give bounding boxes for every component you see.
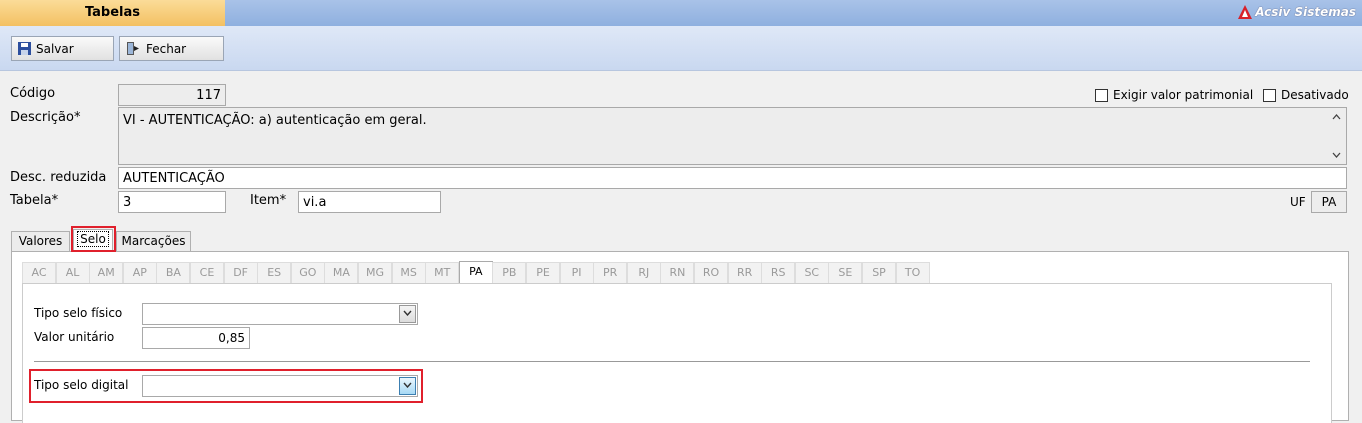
chevron-down-icon [403,310,412,316]
valor-unitario-label: Valor unitário [34,330,115,344]
brand: Acsiv Sistemas [1238,5,1356,19]
uf-tab-am[interactable]: AM [89,262,124,283]
uf-tab-df[interactable]: DF [223,262,258,283]
descricao-label: Descrição* [10,110,81,125]
checkbox-box[interactable] [1263,88,1276,102]
desc-reduzida-label: Desc. reduzida [10,170,107,185]
close-button[interactable]: Fechar [119,36,224,61]
uf-tab-ac[interactable]: AC [22,262,56,283]
desativado-checkbox[interactable]: Desativado [1263,88,1349,102]
codigo-field[interactable]: 117 [118,84,226,106]
uf-tab-rj[interactable]: RJ [626,262,661,283]
uf-field[interactable]: PA [1311,191,1347,213]
tipo-selo-fisico-label: Tipo selo físico [34,306,123,320]
uf-tab-pa[interactable]: PA [458,261,493,283]
toolbar: Salvar Fechar [0,26,1362,71]
uf-tab-go[interactable]: GO [290,262,325,283]
tab-valores[interactable]: Valores [11,231,70,251]
close-label: Fechar [146,41,187,56]
uf-tab-ro[interactable]: RO [694,262,728,283]
item-label: Item* [250,193,287,208]
uf-tab-ba[interactable]: BA [156,262,191,283]
uf-tab-ce[interactable]: CE [190,262,224,283]
scroll-up-icon[interactable] [1332,114,1341,120]
item-field[interactable]: vi.a [298,191,441,213]
uf-tab-mg[interactable]: MG [358,262,392,283]
uf-tab-rn[interactable]: RN [660,262,695,283]
tab-marcacoes[interactable]: Marcações [116,231,191,251]
acsiv-logo-icon [1238,5,1253,19]
exigir-valor-patrimonial-checkbox[interactable]: Exigir valor patrimonial [1095,88,1253,102]
scroll-down-icon[interactable] [1332,152,1341,158]
descricao-text: VI - AUTENTICAÇÃO: a) autenticação em ge… [123,113,427,128]
floppy-disk-icon [18,42,31,55]
save-button[interactable]: Salvar [11,36,114,61]
uf-label: UF [1290,195,1306,209]
window-title: Tabelas [0,0,225,26]
title-bar: Tabelas Acsiv Sistemas [0,0,1362,26]
uf-tab-pe[interactable]: PE [526,262,560,283]
desativado-label: Desativado [1281,88,1349,102]
uf-tab-pb[interactable]: PB [492,262,527,283]
uf-tab-ap[interactable]: AP [122,262,157,283]
tabela-label: Tabela* [10,193,59,208]
descricao-textarea[interactable]: VI - AUTENTICAÇÃO: a) autenticação em ge… [118,107,1347,165]
desc-reduzida-field[interactable]: AUTENTICAÇÃO [118,167,1347,189]
uf-tab-sc[interactable]: SC [794,262,829,283]
dropdown-button[interactable] [399,305,416,323]
tabela-field[interactable]: 3 [118,191,226,213]
brand-name: Acsiv Sistemas [1255,5,1356,19]
uf-tab-al[interactable]: AL [55,262,90,283]
uf-tab-pi[interactable]: PI [559,262,594,283]
uf-tab-mt[interactable]: MT [425,262,460,283]
uf-tab-se[interactable]: SE [828,262,863,283]
uf-tab-sp[interactable]: SP [862,262,896,283]
valor-unitario-field[interactable]: 0,85 [142,327,250,349]
uf-tab-ma[interactable]: MA [324,262,359,283]
selo-tab-highlight [71,226,116,252]
uf-tab-ms[interactable]: MS [391,262,426,283]
tipo-selo-fisico-select[interactable] [142,303,418,325]
codigo-label: Código [10,86,56,101]
exit-door-icon [127,42,139,55]
exigir-label: Exigir valor patrimonial [1113,88,1254,102]
uf-tab-es[interactable]: ES [257,262,292,283]
divider [34,361,1310,362]
uf-tab-rs[interactable]: RS [761,262,796,283]
uf-tab-rr[interactable]: RR [727,262,762,283]
save-label: Salvar [36,41,74,56]
tipo-selo-digital-highlight [29,369,423,403]
checkbox-box[interactable] [1095,88,1108,102]
uf-tab-pr[interactable]: PR [593,262,628,283]
uf-tab-to[interactable]: TO [895,262,930,283]
